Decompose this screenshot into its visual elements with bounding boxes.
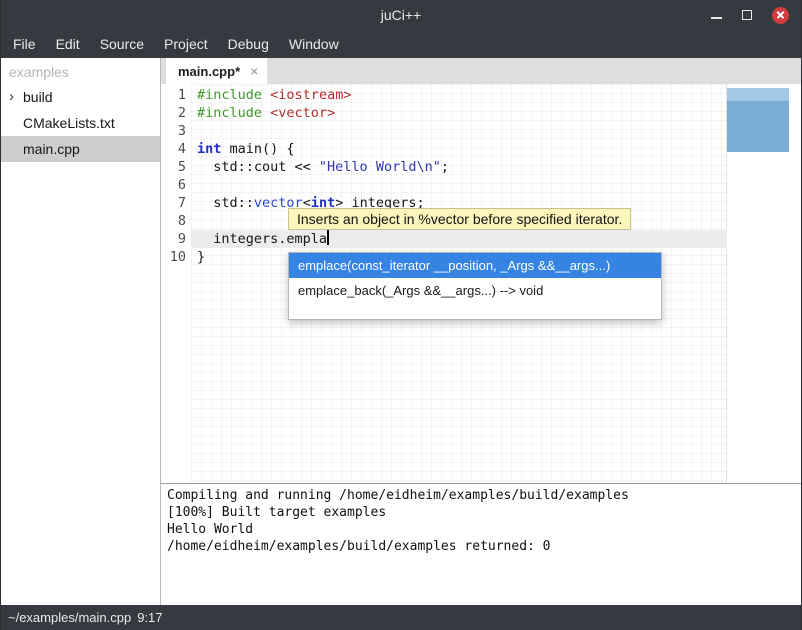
statusbar: ~/examples/main.cpp 9:17 [1, 605, 801, 630]
code-line-4[interactable]: 4int main() { [161, 140, 801, 158]
code-line-5[interactable]: 5 std::cout << "Hello World\n"; [161, 158, 801, 176]
tree-item-label: build [23, 89, 53, 105]
tree-item-label: CMakeLists.txt [23, 115, 115, 131]
code-line-text: integers.empla [191, 230, 727, 248]
text-cursor [327, 230, 329, 245]
line-number: 4 [161, 140, 191, 158]
menu-edit[interactable]: Edit [46, 30, 90, 58]
line-number: 1 [161, 86, 191, 104]
editor-pane: main.cpp* × 1#include <iostream>2#include… [161, 58, 801, 605]
menu-file[interactable]: File [3, 30, 46, 58]
titlebar[interactable]: juCi++ [1, 0, 801, 30]
code-line-text: #include <iostream> [191, 86, 727, 104]
code-line-text: #include <vector> [191, 104, 727, 122]
line-number: 5 [161, 158, 191, 176]
window-title: juCi++ [1, 7, 801, 23]
autocomplete-popup: emplace(const_iterator __position, _Args… [288, 252, 662, 320]
window-controls [711, 7, 801, 24]
chevron-right-icon: › [9, 90, 23, 104]
status-file-path: ~/examples/main.cpp [8, 610, 131, 625]
close-button[interactable] [772, 7, 789, 24]
tree-item-label: main.cpp [23, 141, 80, 157]
code-line-6[interactable]: 6 [161, 176, 801, 194]
output-terminal[interactable]: Compiling and running /home/eidheim/exam… [161, 483, 801, 605]
code-editor[interactable]: 1#include <iostream>2#include <vector>34… [161, 84, 801, 483]
line-number: 7 [161, 194, 191, 212]
project-folder-label: examples [1, 58, 160, 84]
menu-source[interactable]: Source [90, 30, 154, 58]
line-number: 9 [161, 230, 191, 248]
tree-item-cmakelists-txt[interactable]: CMakeLists.txt [1, 110, 160, 136]
code-line-1[interactable]: 1#include <iostream> [161, 86, 801, 104]
tab-main-cpp-[interactable]: main.cpp* × [166, 58, 267, 84]
menu-project[interactable]: Project [154, 30, 218, 58]
app-window: juCi++ FileEditSourceProjectDebugWindow … [0, 0, 802, 630]
restore-button[interactable] [742, 10, 752, 20]
main-area: examples ›build CMakeLists.txt main.cpp ma… [1, 58, 801, 605]
tree-item-main-cpp[interactable]: main.cpp [1, 136, 160, 162]
terminal-line: [100%] Built target examples [167, 504, 795, 521]
terminal-line: /home/eidheim/examples/build/examples re… [167, 538, 795, 555]
code-line-3[interactable]: 3 [161, 122, 801, 140]
menu-window[interactable]: Window [279, 30, 349, 58]
code-line-text [191, 176, 727, 194]
file-tree: ›build CMakeLists.txt main.cpp [1, 84, 160, 162]
status-cursor-position: 9:17 [137, 610, 162, 625]
line-number: 2 [161, 104, 191, 122]
code-line-text [191, 122, 727, 140]
code-line-text: int main() { [191, 140, 727, 158]
code-area: 1#include <iostream>2#include <vector>34… [161, 86, 801, 266]
minimize-button[interactable] [711, 10, 722, 21]
code-line-text: std::cout << "Hello World\n"; [191, 158, 727, 176]
menubar: FileEditSourceProjectDebugWindow [1, 30, 801, 58]
tree-item-build[interactable]: ›build [1, 84, 160, 110]
menu-debug[interactable]: Debug [218, 30, 279, 58]
line-number: 3 [161, 122, 191, 140]
file-browser: examples ›build CMakeLists.txt main.cpp [1, 58, 161, 605]
terminal-line: Hello World [167, 521, 795, 538]
tab-close-icon[interactable]: × [250, 63, 258, 79]
tabbar: main.cpp* × [161, 58, 801, 84]
completion-item[interactable]: emplace_back(_Args &&__args...) --> void [289, 278, 661, 303]
scroll-overview-map[interactable] [727, 88, 789, 152]
line-number: 10 [161, 248, 191, 266]
line-number: 8 [161, 212, 191, 230]
code-line-2[interactable]: 2#include <vector> [161, 104, 801, 122]
terminal-line: Compiling and running /home/eidheim/exam… [167, 487, 795, 504]
tab-label: main.cpp* [178, 64, 240, 79]
line-number: 6 [161, 176, 191, 194]
doc-tooltip: Inserts an object in %vector before spec… [288, 208, 631, 230]
completion-item[interactable]: emplace(const_iterator __position, _Args… [289, 253, 661, 278]
code-line-9[interactable]: 9 integers.empla [161, 230, 801, 248]
